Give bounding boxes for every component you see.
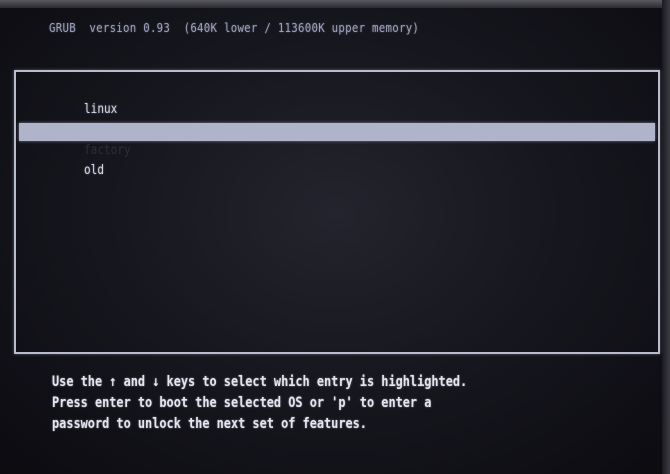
boot-entry-memtest[interactable]: memtest: [19, 102, 655, 137]
monitor-bezel-top: [0, 0, 670, 8]
help-instructions: Use the ↑ and ↓ keys to select which ent…: [52, 372, 662, 435]
boot-entry-label: old: [83, 162, 104, 178]
monitor-bezel-right: [662, 0, 670, 474]
boot-menu: linux memtest factory old: [14, 70, 660, 354]
boot-entry-linux[interactable]: linux: [19, 82, 655, 117]
instruction-line: Use the ↑ and ↓ keys to select which ent…: [52, 374, 468, 390]
boot-entry-old[interactable]: old: [19, 143, 655, 178]
grub-version-header: GRUB version 0.93 (640K lower / 113600K …: [49, 20, 420, 35]
grub-screen: GRUB version 0.93 (640K lower / 113600K …: [0, 0, 670, 474]
boot-entry-factory[interactable]: factory: [19, 123, 655, 158]
instruction-line: Press enter to boot the selected OS or '…: [52, 395, 432, 411]
instruction-line: password to unlock the next set of featu…: [52, 416, 367, 432]
